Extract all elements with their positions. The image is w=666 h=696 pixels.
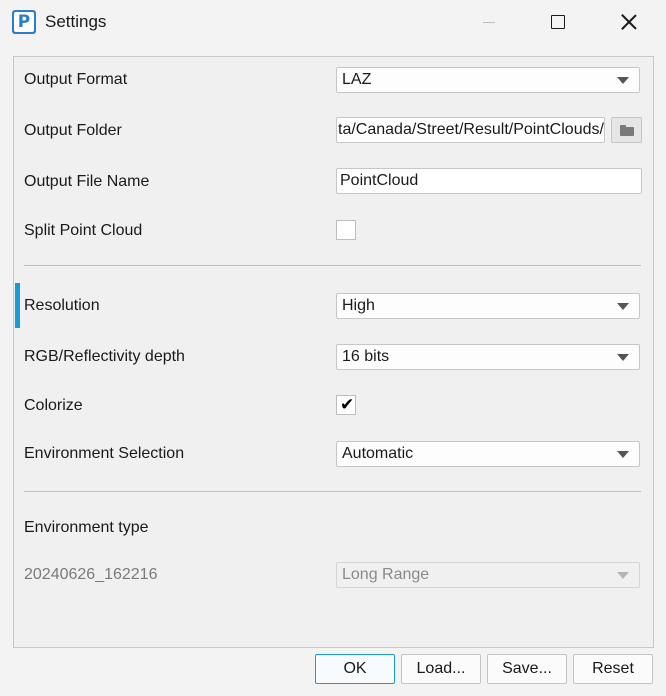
- maximize-button[interactable]: [535, 0, 581, 44]
- output-folder-value: ta/Canada/Street/Result/PointClouds/: [338, 121, 604, 138]
- environment-selection-label: Environment Selection: [24, 445, 185, 462]
- output-folder-label: Output Folder: [24, 122, 122, 139]
- chevron-down-icon: [617, 572, 629, 579]
- environment-selection-value: Automatic: [342, 445, 414, 462]
- ok-button[interactable]: OK: [315, 654, 395, 684]
- environment-dataset-dropdown: Long Range: [336, 562, 640, 588]
- output-format-dropdown[interactable]: LAZ: [336, 67, 640, 93]
- load-button[interactable]: Load...: [401, 654, 481, 684]
- environment-type-heading: Environment type: [24, 519, 149, 536]
- environment-dataset-value: Long Range: [342, 566, 430, 583]
- colorize-label: Colorize: [24, 397, 83, 414]
- window-title: Settings: [45, 12, 107, 31]
- maximize-icon: [551, 15, 565, 29]
- chevron-down-icon: [617, 303, 629, 310]
- section-divider: [24, 491, 641, 492]
- reset-button[interactable]: Reset: [573, 654, 653, 684]
- close-icon: [621, 14, 637, 30]
- resolution-label: Resolution: [24, 297, 100, 314]
- minimize-button[interactable]: [466, 0, 512, 44]
- rgb-depth-label: RGB/Reflectivity depth: [24, 348, 185, 365]
- output-file-name-label: Output File Name: [24, 173, 150, 190]
- output-file-name-input[interactable]: PointCloud: [336, 168, 642, 194]
- close-button[interactable]: [606, 0, 652, 44]
- output-file-name-value: PointCloud: [340, 172, 419, 189]
- output-format-value: LAZ: [342, 71, 372, 88]
- folder-icon: [620, 125, 634, 136]
- resolution-dropdown[interactable]: High: [336, 293, 640, 319]
- chevron-down-icon: [617, 77, 629, 84]
- environment-selection-dropdown[interactable]: Automatic: [336, 441, 640, 467]
- output-folder-input[interactable]: ta/Canada/Street/Result/PointClouds/: [336, 117, 605, 143]
- checkmark-icon: ✔: [340, 395, 355, 415]
- browse-folder-button[interactable]: [611, 117, 642, 143]
- app-logo-letter: P: [14, 12, 34, 32]
- split-point-cloud-label: Split Point Cloud: [24, 222, 143, 239]
- focus-indicator: [15, 283, 20, 328]
- title-bar: P Settings: [0, 0, 666, 44]
- save-button[interactable]: Save...: [487, 654, 567, 684]
- minimize-icon: [483, 21, 495, 23]
- chevron-down-icon: [617, 354, 629, 361]
- chevron-down-icon: [617, 451, 629, 458]
- environment-dataset-label: 20240626_162216: [24, 566, 158, 583]
- app-logo-icon: P: [12, 10, 36, 34]
- output-format-label: Output Format: [24, 71, 128, 88]
- split-point-cloud-checkbox[interactable]: [336, 220, 356, 240]
- rgb-depth-dropdown[interactable]: 16 bits: [336, 344, 640, 370]
- section-divider: [24, 265, 641, 266]
- resolution-value: High: [342, 297, 375, 314]
- rgb-depth-value: 16 bits: [342, 348, 390, 365]
- colorize-checkbox[interactable]: ✔: [336, 395, 356, 415]
